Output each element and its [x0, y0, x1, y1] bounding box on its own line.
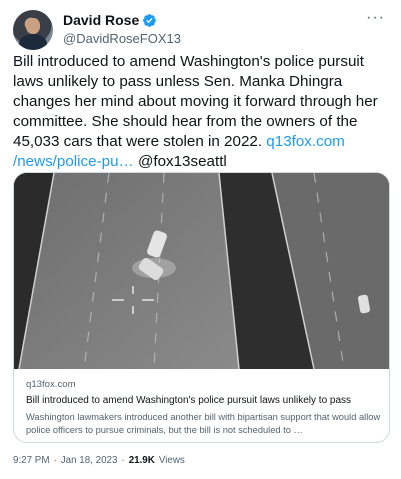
- mention-text: @fox13seattl: [133, 153, 227, 170]
- tweet-header: David Rose @DavidRoseFOX13 ···: [13, 7, 389, 50]
- meta-separator: ·: [121, 455, 125, 466]
- more-options-icon[interactable]: ···: [366, 9, 385, 27]
- verified-badge-icon: [143, 14, 157, 27]
- card-description: Washington lawmakers introduced another …: [26, 412, 381, 435]
- card-meta: q13fox.com Bill introduced to amend Wash…: [26, 378, 381, 437]
- tweet-footer: 9:27 PM · Jan 18, 2023 · 21.9K Views: [13, 455, 185, 466]
- tweet-date[interactable]: Jan 18, 2023: [61, 455, 118, 466]
- author-block[interactable]: David Rose @DavidRoseFOX13: [63, 12, 181, 47]
- card-domain: q13fox.com: [26, 379, 76, 390]
- link-card[interactable]: q13fox.com Bill introduced to amend Wash…: [13, 172, 390, 443]
- views-label: Views: [158, 455, 185, 466]
- tweet-text: Bill introduced to amend Washington's po…: [13, 52, 391, 172]
- author-handle[interactable]: @DavidRoseFOX13: [63, 30, 181, 47]
- name-row: David Rose: [63, 12, 181, 29]
- meta-separator: ·: [53, 455, 57, 466]
- tweet-time[interactable]: 9:27 PM: [13, 455, 50, 466]
- views-count[interactable]: 21.9K: [129, 455, 155, 466]
- card-image-aerial-chase[interactable]: [14, 173, 389, 369]
- author-name[interactable]: David Rose: [63, 12, 139, 29]
- card-title[interactable]: Bill introduced to amend Washington's po…: [26, 394, 381, 408]
- avatar[interactable]: [13, 10, 53, 50]
